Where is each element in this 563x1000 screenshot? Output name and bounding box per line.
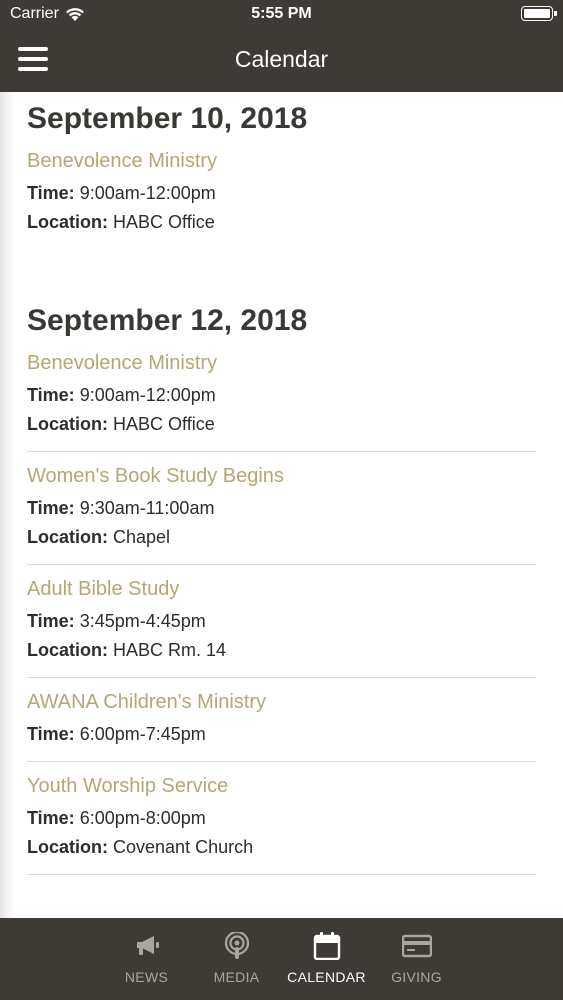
event-item[interactable]: Youth Worship Service Time: 6:00pm-8:00p… <box>27 762 536 875</box>
day-section: September 12, 2018 Benevolence Ministry … <box>0 303 563 875</box>
battery-icon <box>521 6 557 21</box>
day-section: September 10, 2018 Benevolence Ministry … <box>0 92 563 249</box>
tab-calendar[interactable]: CALENDAR <box>282 918 372 1000</box>
event-time: Time: 3:45pm-4:45pm <box>27 611 206 631</box>
tab-label: MEDIA <box>213 969 260 985</box>
event-time: Time: 9:00am-12:00pm <box>27 183 216 203</box>
event-item[interactable]: Adult Bible Study Time: 3:45pm-4:45pm Lo… <box>27 565 536 678</box>
event-title[interactable]: AWANA Children's Ministry <box>27 688 536 716</box>
date-heading: September 12, 2018 <box>27 304 308 337</box>
tab-giving[interactable]: GIVING <box>372 918 462 1000</box>
credit-card-icon <box>401 934 432 958</box>
podcast-icon <box>224 932 249 959</box>
event-time: Time: 9:00am-12:00pm <box>27 385 216 405</box>
event-title[interactable]: Youth Worship Service <box>27 772 536 800</box>
event-location: Location: Chapel <box>27 527 171 547</box>
date-heading: September 10, 2018 <box>27 102 308 135</box>
status-time: 5:55 PM <box>251 5 312 22</box>
event-title[interactable]: Benevolence Ministry <box>27 147 536 175</box>
event-time: Time: 9:30am-11:00am <box>27 498 215 518</box>
event-location: Location: HABC Office <box>27 212 215 232</box>
tab-label: GIVING <box>391 969 442 985</box>
event-item[interactable]: Women's Book Study Begins Time: 9:30am-1… <box>27 452 536 565</box>
megaphone-icon <box>136 936 159 955</box>
calendar-icon <box>313 932 340 960</box>
calendar-list[interactable]: September 10, 2018 Benevolence Ministry … <box>0 92 563 918</box>
event-time: Time: 6:00pm-7:45pm <box>27 724 206 744</box>
event-item[interactable]: Benevolence Ministry Time: 9:00am-12:00p… <box>27 339 536 452</box>
tab-bar: NEWS MEDIA CALENDAR GIVING <box>0 918 563 1000</box>
event-title[interactable]: Women's Book Study Begins <box>27 462 536 490</box>
tab-label: NEWS <box>124 969 169 985</box>
tab-news[interactable]: NEWS <box>102 918 192 1000</box>
event-item[interactable]: Benevolence Ministry Time: 9:00am-12:00p… <box>27 137 536 249</box>
event-location: Location: Covenant Church <box>27 837 254 857</box>
event-time: Time: 6:00pm-8:00pm <box>27 808 206 828</box>
tab-media[interactable]: MEDIA <box>192 918 282 1000</box>
page-title: Calendar <box>234 46 329 72</box>
event-title[interactable]: Adult Bible Study <box>27 575 536 603</box>
tab-label: CALENDAR <box>287 969 366 985</box>
status-bar: Carrier 5:55 PM <box>0 0 563 28</box>
app-header: Calendar <box>0 28 563 92</box>
event-location: Location: HABC Rm. 14 <box>27 640 227 660</box>
event-title[interactable]: Benevolence Ministry <box>27 349 536 377</box>
event-location: Location: HABC Office <box>27 414 215 434</box>
event-item[interactable]: AWANA Children's Ministry Time: 6:00pm-7… <box>27 678 536 762</box>
